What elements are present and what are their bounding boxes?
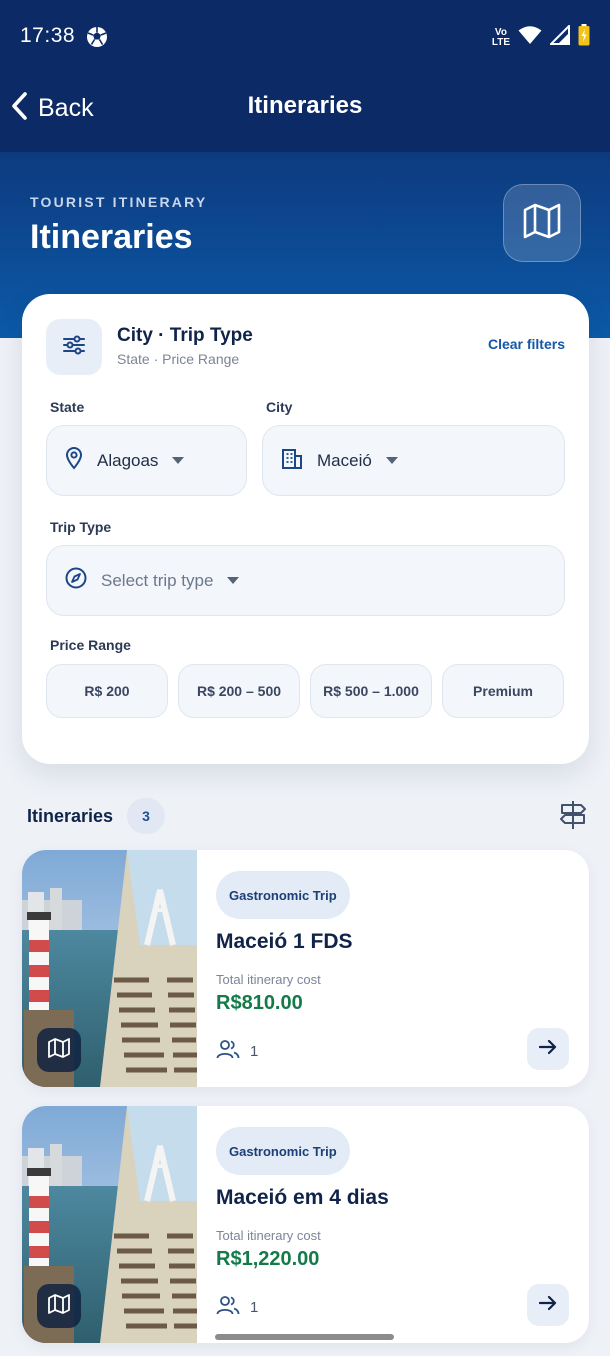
status-icons: Vo LTE bbox=[491, 23, 590, 51]
sliders-icon bbox=[63, 335, 85, 360]
itinerary-title: Maceió em 4 dias bbox=[216, 1186, 389, 1209]
trip-type-select[interactable]: Select trip type bbox=[46, 545, 565, 616]
itinerary-image bbox=[22, 850, 197, 1087]
caret-down-icon bbox=[227, 577, 240, 584]
map-icon bbox=[48, 1293, 70, 1319]
list-title: Itineraries bbox=[27, 806, 114, 826]
arrow-right-icon bbox=[538, 1039, 557, 1060]
caret-down-icon bbox=[385, 457, 398, 464]
map-icon bbox=[523, 203, 561, 244]
clear-filters-button[interactable]: Clear filters bbox=[488, 336, 565, 352]
city-label: City bbox=[266, 399, 293, 415]
hero-title: Itineraries bbox=[30, 218, 193, 256]
open-itinerary-button[interactable] bbox=[527, 1028, 569, 1070]
trip-type-badge: Gastronomic Trip bbox=[216, 1127, 350, 1175]
people-count-value: 1 bbox=[250, 1042, 259, 1060]
building-icon bbox=[281, 446, 303, 475]
people-count: 1 bbox=[216, 1295, 258, 1319]
volte-indicator: Vo LTE bbox=[491, 26, 510, 48]
cost-label: Total itinerary cost bbox=[216, 972, 321, 987]
itinerary-image bbox=[22, 1106, 197, 1343]
trip-type-placeholder: Select trip type bbox=[101, 570, 214, 590]
list-header: Itineraries 3 bbox=[27, 798, 587, 834]
price-chip-premium[interactable]: Premium bbox=[442, 664, 564, 718]
price-chip-200-500[interactable]: R$ 200 – 500 bbox=[178, 664, 300, 718]
soccer-ball-icon bbox=[86, 26, 108, 53]
people-count: 1 bbox=[216, 1039, 258, 1063]
home-indicator[interactable] bbox=[215, 1334, 394, 1340]
state-select[interactable]: Alagoas bbox=[46, 425, 247, 496]
people-count-value: 1 bbox=[250, 1298, 259, 1316]
list-count-badge: 3 bbox=[127, 798, 165, 834]
volte-label: Vo bbox=[494, 26, 507, 38]
arrow-right-icon bbox=[538, 1295, 557, 1316]
compass-icon bbox=[65, 567, 87, 594]
app-header: 17:38 Vo LTE Back Itineraries bbox=[0, 0, 610, 152]
itinerary-card[interactable]: Gastronomic Trip Maceió 1 FDS Total itin… bbox=[22, 850, 589, 1087]
signpost-icon bbox=[559, 801, 587, 834]
itinerary-card[interactable]: Gastronomic Trip Maceió em 4 dias Total … bbox=[22, 1106, 589, 1343]
battery-icon bbox=[578, 24, 590, 51]
wifi-icon bbox=[518, 25, 542, 50]
price-chip-500-1000[interactable]: R$ 500 – 1.000 bbox=[310, 664, 432, 718]
lte-label: LTE bbox=[491, 36, 510, 48]
price-range-label: Price Range bbox=[50, 637, 131, 653]
people-icon bbox=[216, 1039, 240, 1063]
price-chip-200[interactable]: R$ 200 bbox=[46, 664, 168, 718]
trip-type-label: Trip Type bbox=[50, 519, 112, 535]
map-view-button[interactable] bbox=[503, 184, 581, 262]
filter-subtitle: State · Price Range bbox=[117, 351, 240, 367]
route-view-button[interactable] bbox=[559, 800, 587, 835]
caret-down-icon bbox=[172, 457, 185, 464]
trip-type-badge: Gastronomic Trip bbox=[216, 871, 350, 919]
city-value: Maceió bbox=[317, 450, 372, 470]
open-itinerary-button[interactable] bbox=[527, 1284, 569, 1326]
state-value: Alagoas bbox=[97, 450, 159, 470]
itinerary-cost: R$810.00 bbox=[216, 992, 303, 1014]
hero-eyebrow: TOURIST ITINERARY bbox=[30, 194, 208, 210]
map-pin-icon bbox=[65, 446, 83, 475]
map-icon bbox=[48, 1037, 70, 1063]
navigation-bar: Back Itineraries bbox=[0, 80, 610, 136]
state-label: State bbox=[50, 399, 85, 415]
filter-card: City · Trip Type State · Price Range Cle… bbox=[22, 294, 589, 764]
filter-title: City · Trip Type bbox=[117, 325, 253, 346]
card-map-button[interactable] bbox=[37, 1028, 81, 1072]
card-map-button[interactable] bbox=[37, 1284, 81, 1328]
cost-label: Total itinerary cost bbox=[216, 1228, 321, 1243]
nav-title: Itineraries bbox=[247, 92, 363, 119]
people-icon bbox=[216, 1295, 240, 1319]
filter-icon-box bbox=[46, 319, 102, 375]
city-select[interactable]: Maceió bbox=[262, 425, 565, 496]
signal-icon bbox=[548, 23, 570, 50]
itinerary-title: Maceió 1 FDS bbox=[216, 930, 353, 953]
status-time: 17:38 bbox=[20, 24, 76, 47]
itinerary-cost: R$1,220.00 bbox=[216, 1248, 320, 1270]
status-bar: 17:38 Vo LTE bbox=[0, 0, 610, 72]
